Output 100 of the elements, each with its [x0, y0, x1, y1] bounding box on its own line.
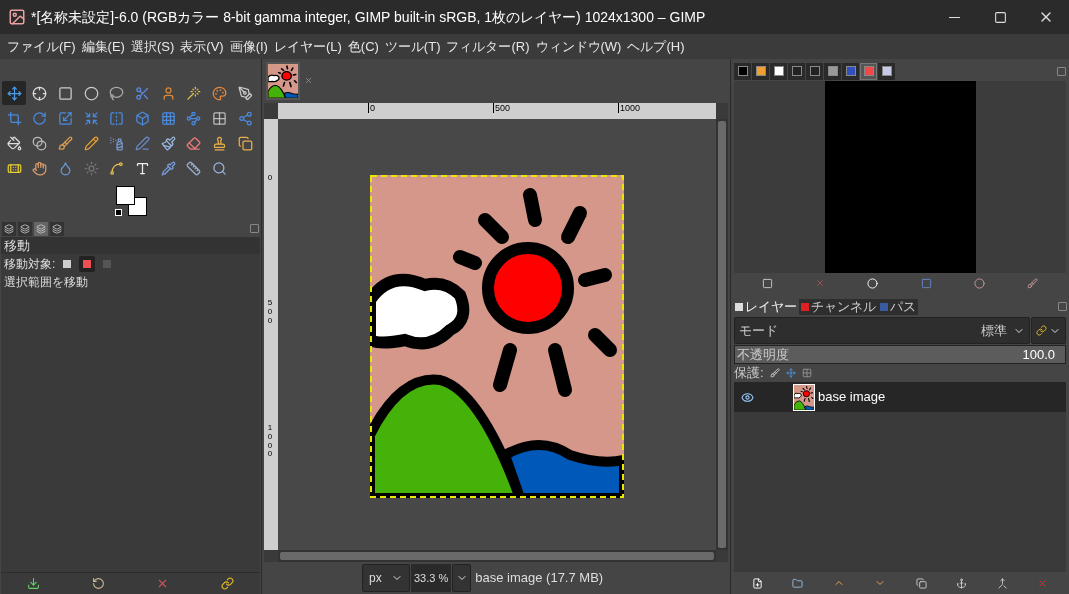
- move-target-toggle[interactable]: [79, 255, 96, 272]
- lock-alpha-icon: [801, 368, 812, 378]
- align-icon: [32, 85, 48, 101]
- anchor-icon: [956, 577, 968, 589]
- mode-dropdown[interactable]: モード 標準: [734, 317, 1030, 344]
- panel-menu-icon[interactable]: [250, 224, 259, 233]
- menu-item[interactable]: 編集(E): [78, 36, 128, 57]
- dock-tab-icon: [4, 223, 14, 234]
- tab-icon: [801, 303, 809, 311]
- dock-tab[interactable]: [34, 221, 48, 236]
- rotate-icon: [32, 110, 48, 126]
- perspective-icon: [135, 110, 150, 126]
- maximize-icon: [993, 10, 1007, 24]
- opacity-slider[interactable]: 不透明度 100.0: [734, 345, 1066, 364]
- menu-item[interactable]: ツール(T): [381, 36, 444, 57]
- restore-icon: [91, 577, 105, 590]
- vertical-scrollbar[interactable]: [716, 119, 728, 550]
- layers-dock-tab[interactable]: チャンネル: [799, 299, 878, 315]
- stamp-icon: [212, 135, 228, 151]
- menu-item[interactable]: フィルター(R): [443, 36, 533, 57]
- tab-icon: [880, 303, 888, 311]
- duplicate-icon: [915, 577, 927, 589]
- horizontal-scrollbar[interactable]: [278, 550, 716, 562]
- zoom-field[interactable]: 33.3 %: [411, 564, 452, 592]
- ruler-label: 500: [266, 299, 274, 326]
- dock-tab[interactable]: [18, 221, 32, 236]
- scale-icon: [57, 110, 73, 126]
- airbrush-icon: [109, 135, 125, 151]
- dock-tab-icon: [52, 223, 62, 234]
- panel-menu-icon[interactable]: [1058, 302, 1067, 311]
- menu-item[interactable]: 画像(I): [226, 36, 271, 57]
- pencil-icon: [83, 135, 99, 151]
- minimize-icon: [948, 16, 960, 18]
- menu-item[interactable]: 表示(V): [177, 36, 227, 57]
- menu-item[interactable]: ヘルプ(H): [624, 36, 688, 57]
- zoom-icon: [212, 160, 228, 176]
- menu-item[interactable]: 選択(S): [127, 36, 178, 57]
- gradient-icon: [32, 135, 48, 151]
- tool-button[interactable]: [2, 81, 26, 105]
- ellipse-select-icon: [83, 85, 99, 101]
- move-icon: [6, 85, 22, 101]
- ruler-label: 1000: [266, 424, 274, 460]
- menu-item[interactable]: ウィンドウ(W): [532, 36, 625, 57]
- sphere-icon: [973, 277, 985, 289]
- checker-icon: [212, 110, 228, 126]
- eraser-icon: [186, 135, 202, 151]
- flip-icon: [109, 110, 125, 126]
- menu-item[interactable]: レイヤー(L): [270, 36, 345, 57]
- smudge-icon: [32, 160, 48, 176]
- close-tab-icon: [304, 76, 313, 85]
- text-tool-icon: [135, 160, 150, 176]
- dock-tab[interactable]: [50, 221, 64, 236]
- save-preset-icon: [26, 577, 40, 590]
- channel-icon: [920, 277, 932, 289]
- tab-icon: [735, 303, 743, 311]
- composite-mode-dropdown[interactable]: [1031, 317, 1066, 344]
- brush-icon: [57, 135, 73, 151]
- window-title: *[名称未設定]-6.0 (RGBカラー 8-bit gamma integer, GIMP built-in sRGB, 1枚のレイヤー) 1024x1300 – GIMP: [31, 7, 706, 27]
- visibility-eye-icon: [740, 390, 754, 404]
- folder-icon: [792, 577, 804, 589]
- unit-dropdown[interactable]: px: [362, 564, 410, 592]
- delete-layer-icon: [1037, 577, 1049, 589]
- tool-options-title: 移動: [4, 236, 30, 255]
- dock-tab-icon: [36, 223, 46, 234]
- swatch-icon-tab[interactable]: [860, 62, 877, 80]
- ruler-label: 500: [493, 103, 511, 113]
- layer-row[interactable]: base image: [734, 382, 1066, 412]
- path-icon: [109, 160, 125, 176]
- image-tab[interactable]: [266, 62, 300, 100]
- bucket-icon: [6, 135, 22, 151]
- lock-pixels-icon: [769, 368, 780, 378]
- palette-icon: [212, 85, 228, 101]
- dock-tab[interactable]: [2, 221, 16, 236]
- menu-item[interactable]: ファイル(F): [4, 36, 79, 57]
- zoom-dropdown[interactable]: [452, 564, 472, 592]
- layers-dock-tab[interactable]: レイヤー: [733, 299, 799, 315]
- ink-icon: [135, 135, 150, 151]
- invert-icon: [867, 277, 879, 289]
- dodge-icon: [83, 160, 99, 176]
- clone-icon: [237, 135, 253, 151]
- clear-icon: [815, 278, 826, 288]
- lock-label: 保護:: [734, 364, 764, 383]
- measure-icon: [186, 160, 202, 176]
- layer-thumbnail: [794, 384, 814, 410]
- menu-item[interactable]: 色(C): [344, 36, 382, 57]
- quick-mask-toggle[interactable]: [264, 550, 278, 562]
- layers-dock-tab[interactable]: パス: [878, 299, 918, 315]
- rectangle-select-icon: [57, 85, 73, 101]
- person-icon: [160, 85, 176, 101]
- ruler-label: 1000: [618, 103, 641, 113]
- panel-menu-icon[interactable]: [1057, 66, 1066, 76]
- image-tab-thumbnail: [268, 64, 298, 98]
- lasso-icon: [109, 85, 125, 101]
- dock-tab-icon: [20, 223, 30, 234]
- merge-icon: [996, 577, 1008, 589]
- ruler-label: 0: [266, 174, 274, 183]
- status-text: base image (17.7 MB): [475, 569, 604, 588]
- color-swatches-drawing[interactable]: [114, 186, 147, 216]
- ruler-label: 0: [368, 103, 375, 113]
- pipette-icon: [160, 160, 176, 176]
